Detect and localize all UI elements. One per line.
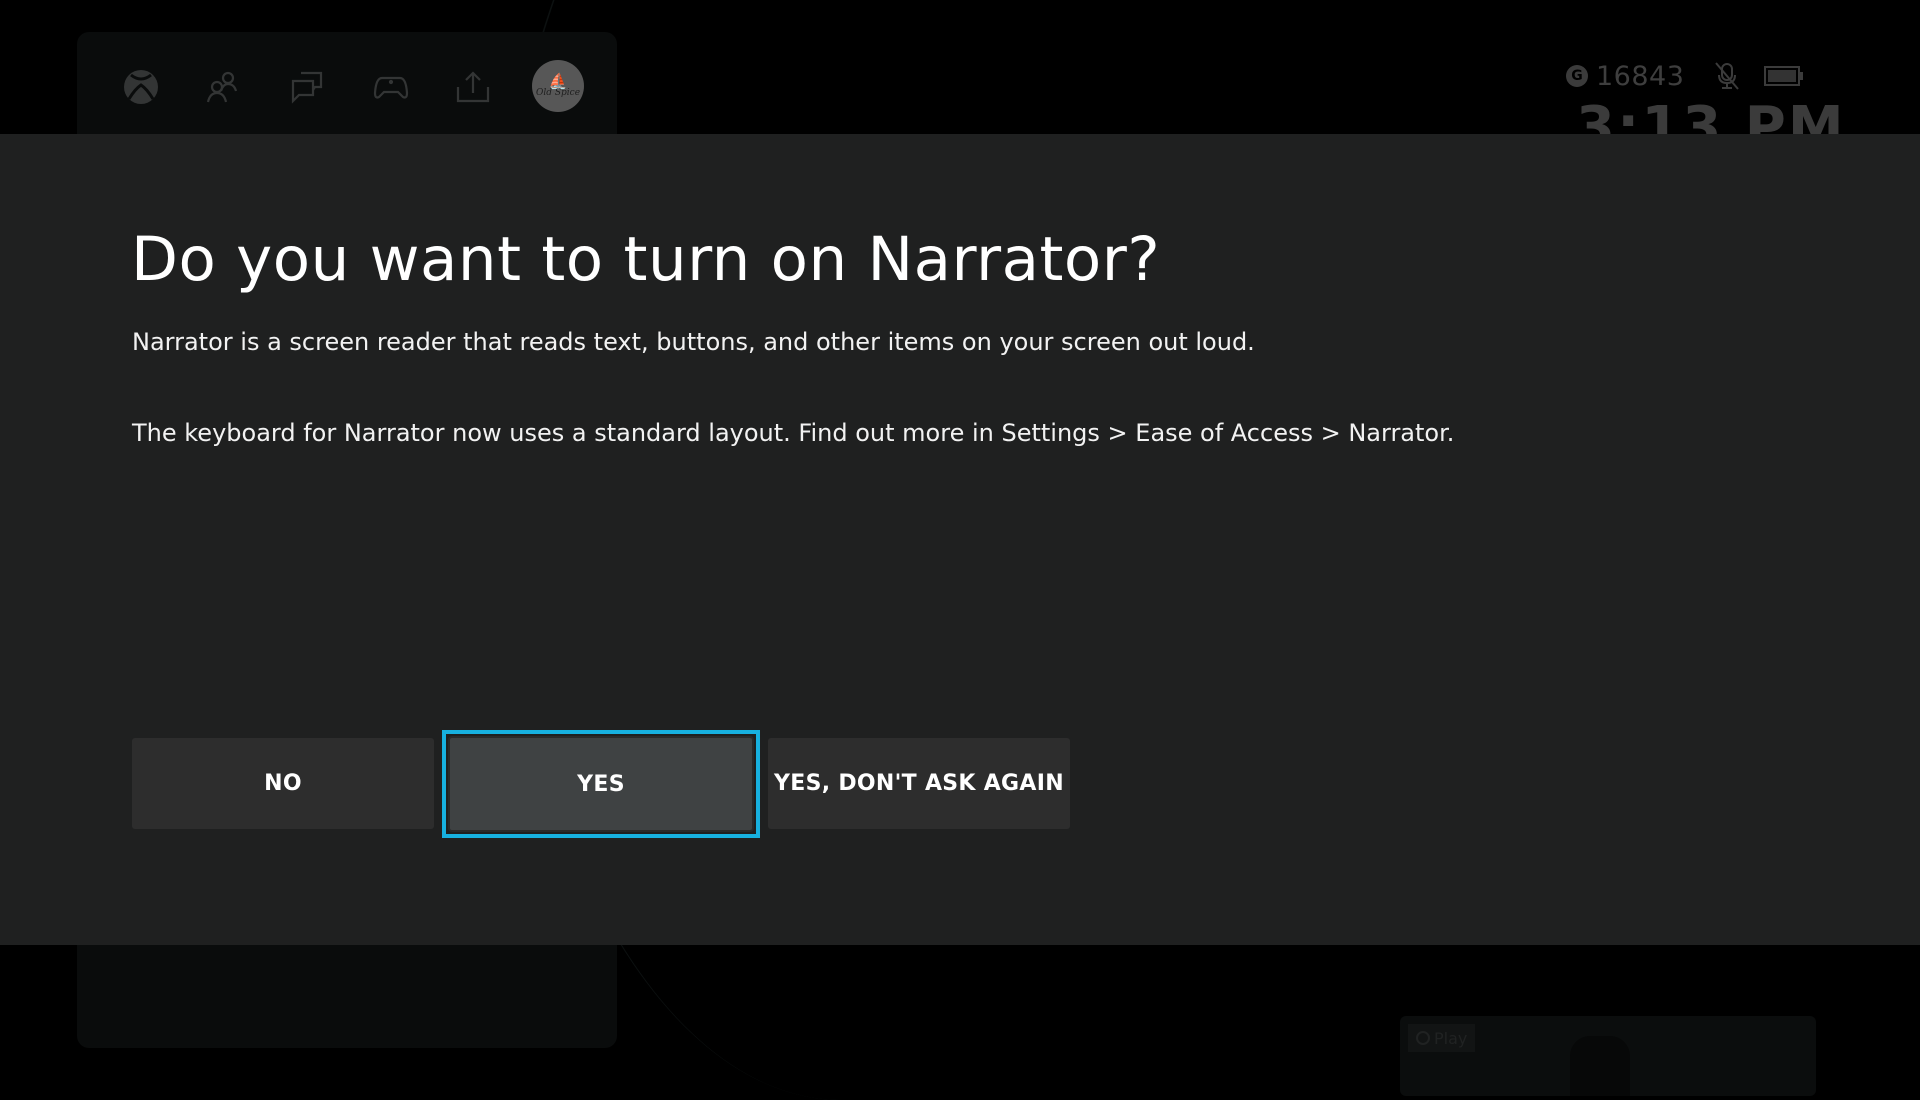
mic-muted-icon (1715, 62, 1740, 90)
avatar-brand-text: Old Spice (535, 88, 581, 98)
share-icon[interactable] (455, 69, 491, 105)
dialog-keyboard-note: The keyboard for Narrator now uses a sta… (132, 419, 1455, 447)
chat-icon[interactable] (289, 69, 325, 105)
status-bar: G 16843 (1566, 60, 1804, 92)
controller-icon[interactable] (373, 69, 409, 105)
card-artwork (1570, 1036, 1630, 1096)
play-badge-label: Play (1434, 1028, 1468, 1048)
gamerscore-value: 16843 (1596, 60, 1685, 92)
people-icon[interactable] (205, 69, 241, 105)
gamerscore-icon: G (1566, 65, 1588, 87)
game-pass-icon (1416, 1031, 1430, 1045)
dialog-title: Do you want to turn on Narrator? (131, 224, 1161, 295)
focus-ring: YES (442, 730, 760, 838)
yes-dont-ask-again-button[interactable]: YES, DON'T ASK AGAIN (768, 738, 1070, 829)
content-card[interactable]: Play (1400, 1016, 1816, 1096)
dialog-description: Narrator is a screen reader that reads t… (132, 328, 1255, 356)
narrator-dialog: Do you want to turn on Narrator? Narrato… (0, 134, 1920, 945)
battery-icon (1764, 66, 1804, 86)
profile-avatar[interactable]: ⛵ Old Spice (532, 60, 584, 112)
play-badge: Play (1408, 1024, 1476, 1052)
guide-tab-bar: ⛵ Old Spice (77, 32, 617, 142)
xbox-icon[interactable] (123, 69, 159, 105)
no-button[interactable]: NO (132, 738, 434, 829)
yes-button[interactable]: YES (448, 736, 754, 832)
ship-icon: ⛵ (548, 72, 568, 90)
